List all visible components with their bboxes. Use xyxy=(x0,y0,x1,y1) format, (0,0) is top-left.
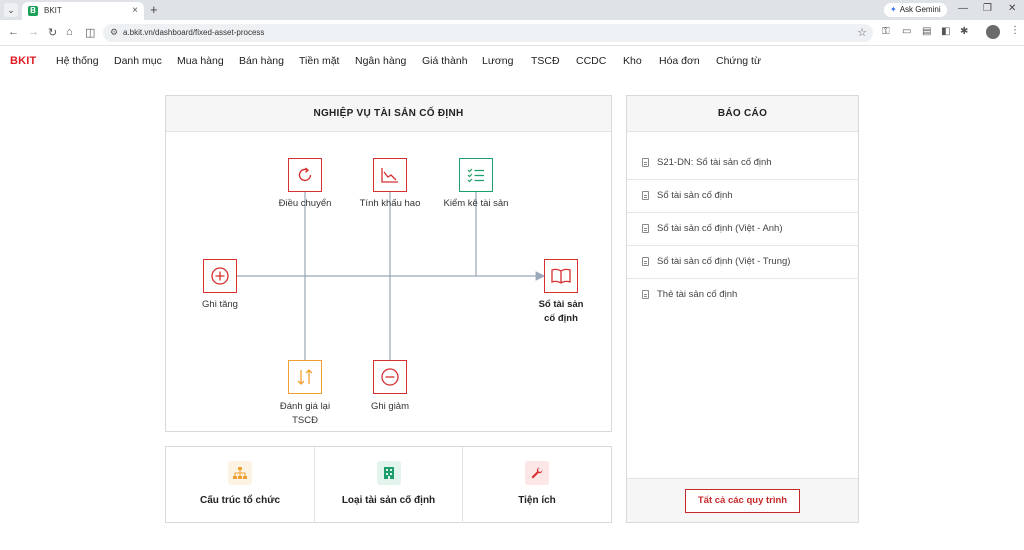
main-navigation: BKIT Hệ thống Danh mục Mua hàng Bán hàng… xyxy=(0,46,1024,76)
report-item[interactable]: Sổ tài sản cố định (Việt - Trung) xyxy=(627,246,859,279)
report-item-label: Sổ tài sản cố định (Việt - Anh) xyxy=(657,223,783,234)
browser-tab[interactable]: B BKIT × xyxy=(22,2,144,20)
report-footer: Tất cả các quy trình xyxy=(627,478,858,522)
omnibox[interactable]: ⚙ a.bkit.vn/dashboard/fixed-asset-proces… xyxy=(103,24,873,42)
nav-item-he-thong[interactable]: Hệ thống xyxy=(56,55,99,67)
report-panel-title: BÁO CÁO xyxy=(627,96,858,132)
more-menu-icon[interactable]: ⋮ xyxy=(1010,25,1020,36)
favicon-icon: B xyxy=(28,6,38,16)
address-bar: ← → ↻ ⌂ ◫ ⚙ a.bkit.vn/dashboard/fixed-as… xyxy=(0,20,1024,46)
report-item[interactable]: Thẻ tài sản cố định xyxy=(627,279,859,312)
swap-vertical-icon xyxy=(297,369,313,385)
tab-title: BKIT xyxy=(44,6,62,15)
profile-avatar[interactable] xyxy=(986,25,1000,39)
inventory-node[interactable] xyxy=(459,158,493,192)
ask-gemini-button[interactable]: ✦ Ask Gemini xyxy=(884,3,947,17)
password-key-icon[interactable]: ⚿ xyxy=(882,26,890,37)
decrease-node[interactable] xyxy=(373,360,407,394)
increase-label: Ghi tăng xyxy=(202,299,238,310)
revaluation-label-line1: Đánh giá lại xyxy=(279,401,331,412)
sparkle-icon: ✦ xyxy=(890,5,897,14)
depreciation-label: Tính khấu hao xyxy=(359,198,421,209)
report-item-label: Sổ tài sản cố định (Việt - Trung) xyxy=(657,256,791,267)
home-icon[interactable]: ⌂ xyxy=(66,26,73,38)
building-icon xyxy=(377,461,401,485)
sidebar-icon[interactable]: ◧ xyxy=(941,26,950,37)
nav-item-gia-thanh[interactable]: Giá thành xyxy=(422,55,468,67)
document-icon xyxy=(642,257,649,266)
transfer-label: Điều chuyển xyxy=(278,198,332,209)
tab-search-icon[interactable]: ⌄ xyxy=(4,3,18,17)
card-icon[interactable]: ▭ xyxy=(902,26,911,37)
increase-node[interactable] xyxy=(203,259,237,293)
nav-item-kho[interactable]: Kho xyxy=(623,55,642,67)
nav-item-ban-hang[interactable]: Bán hàng xyxy=(239,55,284,67)
nav-item-ccdc[interactable]: CCDC xyxy=(576,55,606,67)
refresh-icon xyxy=(298,167,312,182)
card-utilities[interactable]: Tiện ích xyxy=(463,447,611,523)
revaluation-node[interactable] xyxy=(288,360,322,394)
report-item[interactable]: Sổ tài sản cố định xyxy=(627,180,859,213)
all-processes-button[interactable]: Tất cả các quy trình xyxy=(685,489,800,513)
document-icon xyxy=(642,224,649,233)
back-icon[interactable]: ← xyxy=(8,26,19,38)
nav-item-tscd[interactable]: TSCĐ xyxy=(531,55,560,67)
ledger-label-line1: Sổ tài sản xyxy=(538,299,584,310)
split-view-icon[interactable]: ◫ xyxy=(85,26,95,39)
document-icon xyxy=(642,290,649,299)
ledger-node[interactable] xyxy=(544,259,578,293)
nav-item-ngan-hang[interactable]: Ngân hàng xyxy=(355,55,406,67)
plus-circle-icon xyxy=(211,267,229,285)
transfer-node[interactable] xyxy=(288,158,322,192)
ledger-label-line2: cố định xyxy=(544,313,578,324)
nav-item-mua-hang[interactable]: Mua hàng xyxy=(177,55,224,67)
fixed-asset-process-panel: NGHIỆP VỤ TÀI SẢN CỐ ĐỊNH Điều chuyển Tí… xyxy=(165,95,612,432)
extension-icon[interactable]: ✱ xyxy=(960,26,968,37)
minimize-icon[interactable]: — xyxy=(958,3,968,14)
depreciation-node[interactable] xyxy=(373,158,407,192)
report-item[interactable]: S21-DN: Sổ tài sản cố định xyxy=(627,147,859,180)
card-org-structure[interactable]: Cấu trúc tổ chức xyxy=(166,447,315,523)
revaluation-label-line2: TSCĐ xyxy=(292,415,318,426)
decrease-label: Ghi giảm xyxy=(370,401,409,412)
book-icon xyxy=(551,268,571,284)
reader-icon[interactable]: ▤ xyxy=(922,26,931,37)
url-text: a.bkit.vn/dashboard/fixed-asset-process xyxy=(123,28,265,37)
report-item-label: Sổ tài sản cố định xyxy=(657,190,733,201)
line-chart-icon xyxy=(381,168,398,183)
report-panel: BÁO CÁO S21-DN: Sổ tài sản cố định Sổ tà… xyxy=(626,95,859,523)
reload-icon[interactable]: ↻ xyxy=(48,26,57,39)
report-item-label: S21-DN: Sổ tài sản cố định xyxy=(657,157,772,168)
report-item-label: Thẻ tài sản cố định xyxy=(657,289,738,300)
nav-item-luong[interactable]: Lương xyxy=(482,55,513,67)
document-icon xyxy=(642,191,649,200)
inventory-label: Kiểm kê tài sản xyxy=(443,198,509,209)
wrench-icon xyxy=(525,461,549,485)
checklist-icon xyxy=(467,168,484,183)
new-tab-icon[interactable]: + xyxy=(150,2,158,18)
document-icon xyxy=(642,158,649,167)
bookmark-star-icon[interactable]: ☆ xyxy=(857,26,867,39)
nav-item-chung-tu[interactable]: Chứng từ xyxy=(716,55,761,67)
restore-icon[interactable]: ❐ xyxy=(983,3,992,14)
nav-item-tien-mat[interactable]: Tiền mặt xyxy=(299,55,339,67)
brand-logo[interactable]: BKIT xyxy=(10,55,36,67)
site-info-icon[interactable]: ⚙ xyxy=(110,27,118,38)
minus-circle-icon xyxy=(381,368,399,386)
settings-cards: Cấu trúc tổ chức Loại tài sản cố định Ti… xyxy=(165,446,612,523)
nav-item-danh-muc[interactable]: Danh mục xyxy=(114,55,162,67)
window-close-icon[interactable]: ✕ xyxy=(1008,3,1016,14)
org-chart-icon xyxy=(228,461,252,485)
forward-icon[interactable]: → xyxy=(28,26,39,38)
card-asset-types[interactable]: Loại tài sản cố định xyxy=(315,447,463,523)
card-label: Tiện ích xyxy=(518,495,556,506)
card-label: Loại tài sản cố định xyxy=(341,495,436,506)
nav-item-hoa-don[interactable]: Hóa đơn xyxy=(659,55,700,67)
card-label: Cấu trúc tổ chức xyxy=(199,495,281,506)
close-icon[interactable]: × xyxy=(132,5,138,16)
report-item[interactable]: Sổ tài sản cố định (Việt - Anh) xyxy=(627,213,859,246)
browser-tab-bar: ⌄ B BKIT × + ✦ Ask Gemini — ❐ ✕ xyxy=(0,0,1024,20)
